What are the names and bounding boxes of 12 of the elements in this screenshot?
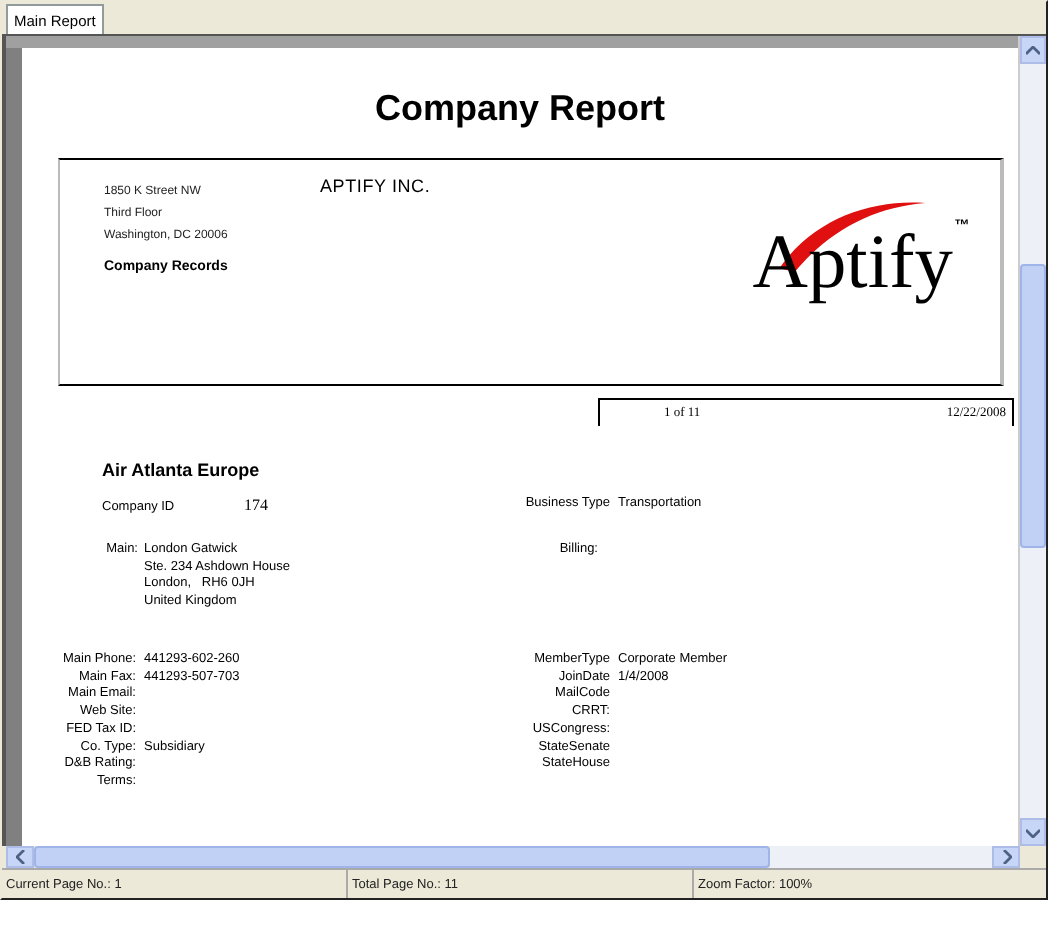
scroll-left-button[interactable] [6,846,34,868]
scroll-thumb[interactable] [34,846,770,868]
vertical-scrollbar[interactable] [1018,36,1046,846]
field-value: 174 [244,496,268,514]
company-heading: Air Atlanta Europe [102,460,262,480]
company-logo: Aptify™ [736,176,988,320]
report-title: Company Report [372,88,667,130]
scroll-thumb[interactable] [1020,264,1046,548]
scroll-down-button[interactable] [1020,818,1046,846]
scroll-up-button[interactable] [1020,36,1046,64]
company-name: APTIFY INC. [320,174,431,200]
scroll-right-button[interactable] [992,846,1020,868]
